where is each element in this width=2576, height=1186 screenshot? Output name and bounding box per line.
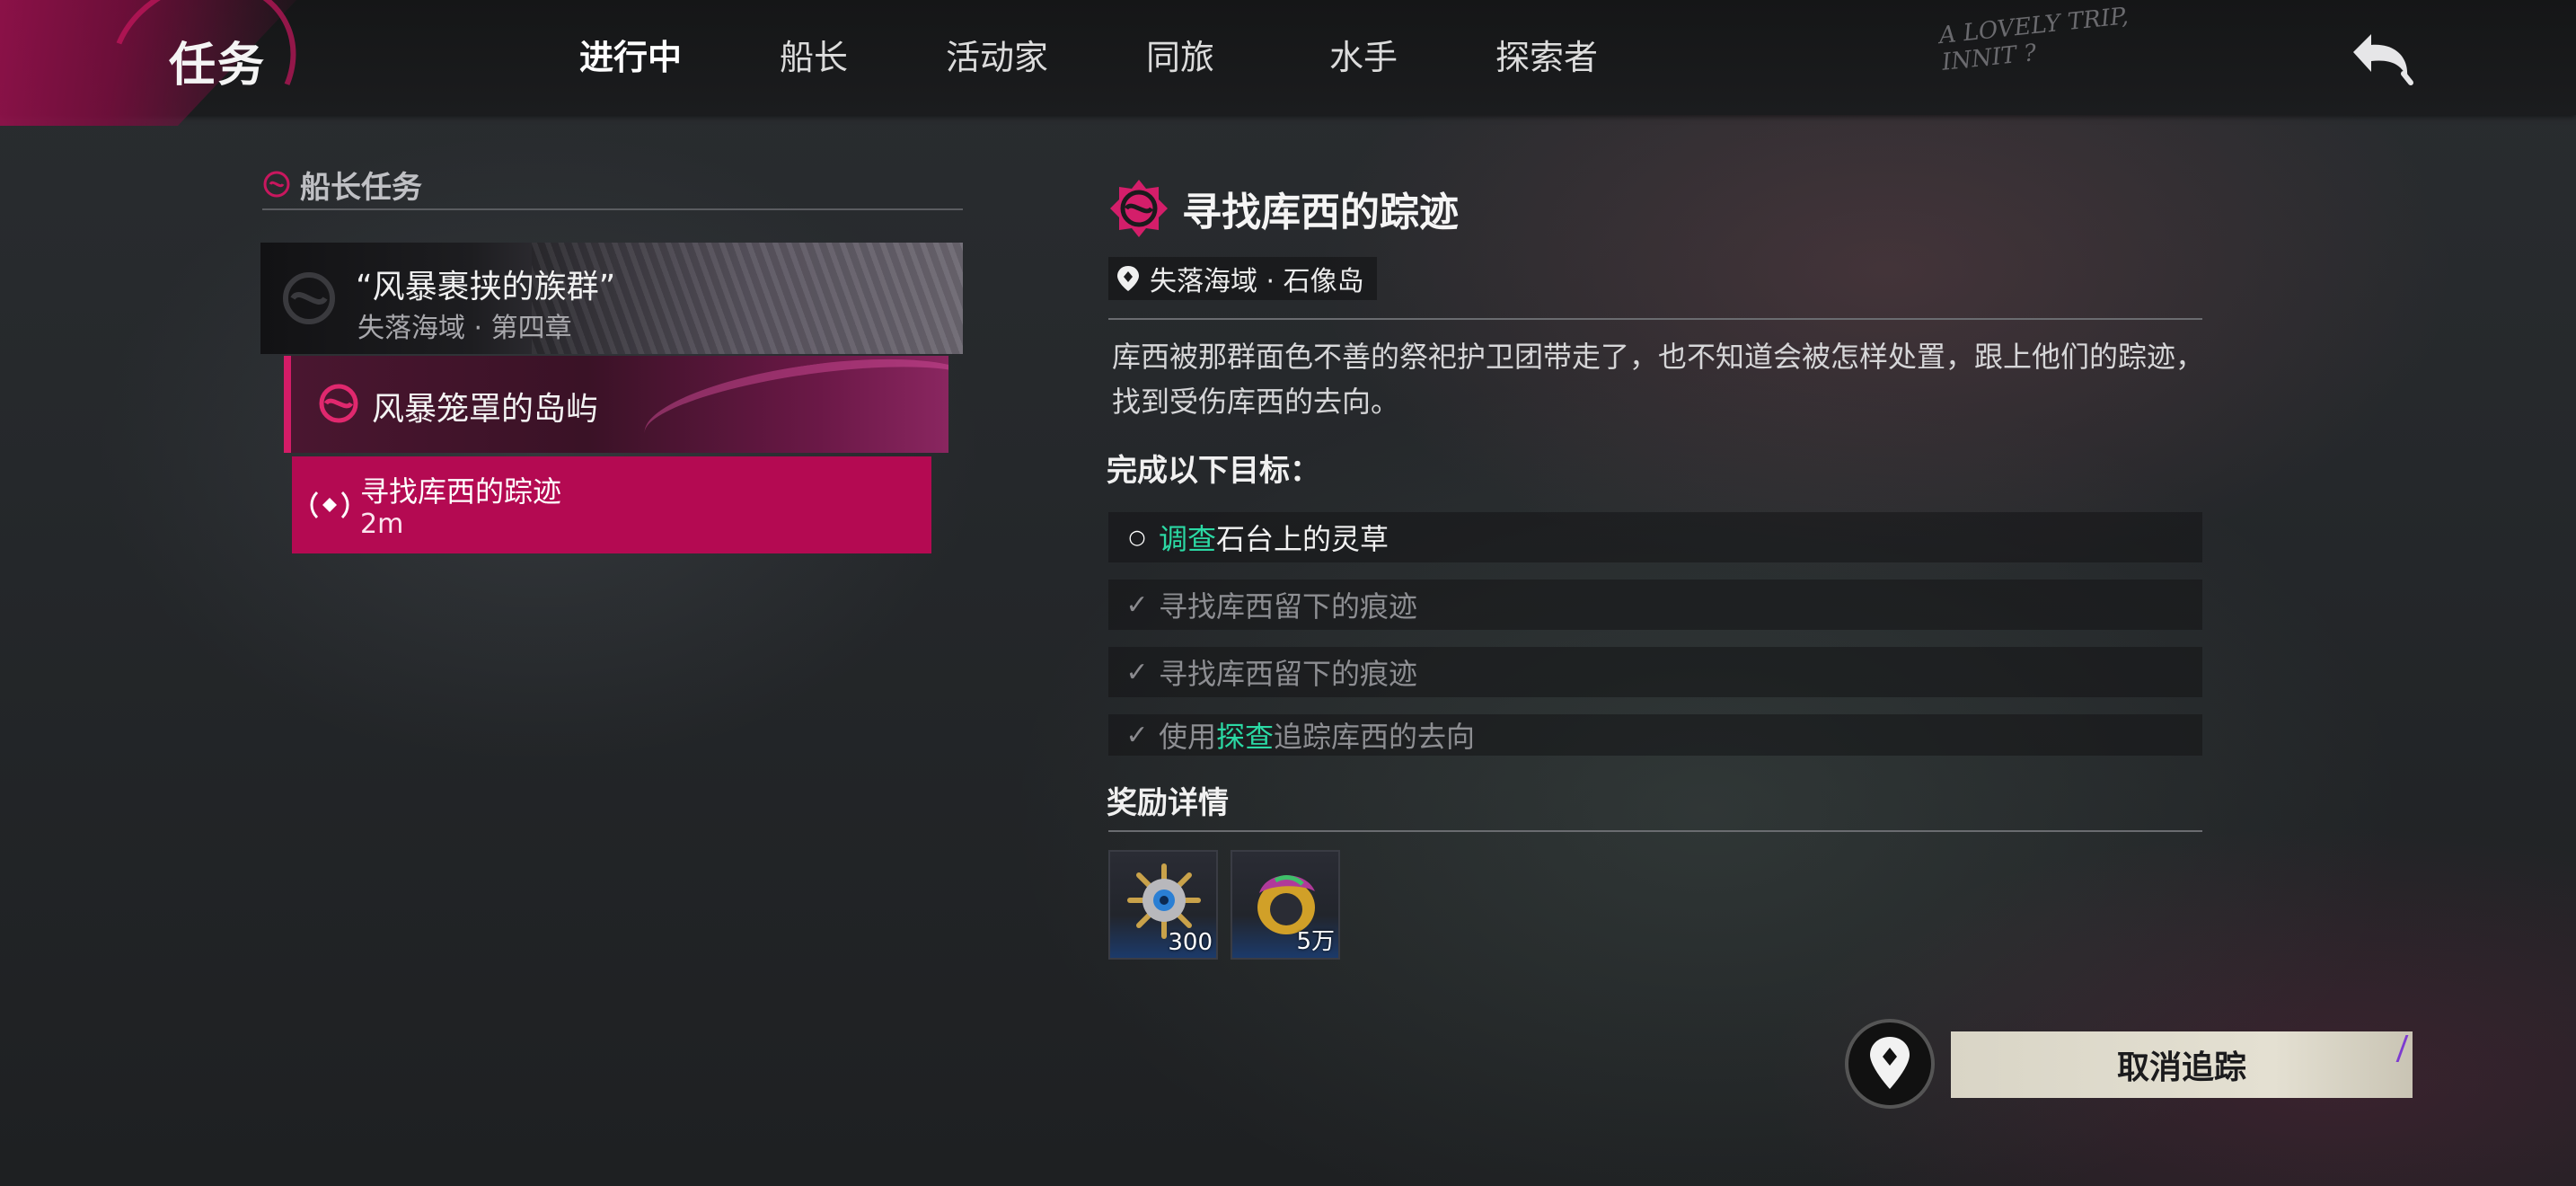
tab-label: 水手 xyxy=(1328,38,1398,77)
objective-label: 寻找库西留下的痕迹 xyxy=(1159,589,1418,624)
checkmark-icon: ✓ xyxy=(1125,719,1149,751)
chapter-title: “风暴裹挟的族群” xyxy=(356,269,616,305)
captain-emblem-icon xyxy=(319,384,358,423)
quest-title: 风暴笼罩的岛屿 xyxy=(372,391,599,428)
reward-count: 5万 xyxy=(1296,928,1335,955)
tab-label: 同旅 xyxy=(1145,38,1214,77)
tracking-target-icon xyxy=(310,491,349,519)
objective-item-done: ✓ 使用探查追踪库西的去向 xyxy=(1108,714,2202,756)
tab-label: 探索者 xyxy=(1495,38,1598,77)
reward-item[interactable]: 5万 xyxy=(1231,850,1340,960)
tab-in-progress[interactable]: 进行中 xyxy=(539,31,722,84)
quest-streak-decoration xyxy=(638,356,948,453)
captain-emblem-icon xyxy=(263,171,290,198)
tab-activist[interactable]: 活动家 xyxy=(905,31,1089,84)
objective-label: 石台上的灵草 xyxy=(1216,522,1389,556)
objective-highlight: 调查 xyxy=(1159,522,1217,556)
tab-label: 进行中 xyxy=(578,38,682,77)
chapter-subtitle: 失落海域 · 第四章 xyxy=(357,313,572,344)
quest-detail-header: 寻找库西的踪迹 xyxy=(1107,176,1459,241)
map-pin-icon xyxy=(1117,266,1139,291)
location-tag: 失落海域 · 石像岛 xyxy=(1108,257,1377,300)
location-text: 失落海域 · 石像岛 xyxy=(1150,266,1364,297)
subquest-title: 寻找库西的踪迹 xyxy=(360,474,562,509)
section-title: 船长任务 xyxy=(300,169,422,206)
divider xyxy=(1108,830,2202,832)
top-bar: 任务 进行中 船长 活动家 同旅 水手 探索者 A LOVELY TRIP, I… xyxy=(0,0,2576,179)
reward-count: 300 xyxy=(1168,929,1213,956)
page-title: 任务 xyxy=(169,39,267,93)
divider xyxy=(1108,318,2202,320)
tab-label: 船长 xyxy=(779,38,848,77)
subquest-distance: 2m xyxy=(360,509,404,540)
objectives-heading: 完成以下目标： xyxy=(1107,453,1320,489)
objective-item-current: ○ 调查石台上的灵草 xyxy=(1108,512,2202,562)
objective-highlight: 探查 xyxy=(1216,720,1275,754)
return-arrow-icon xyxy=(2353,34,2413,85)
chapter-card[interactable]: “风暴裹挟的族群” 失落海域 · 第四章 xyxy=(260,243,963,354)
objective-text: 调查石台上的灵草 xyxy=(1159,517,1389,558)
tab-companion[interactable]: 同旅 xyxy=(1089,31,1272,84)
rewards-heading: 奖励详情 xyxy=(1107,785,1229,821)
objective-prefix: 使用 xyxy=(1159,720,1217,754)
tab-sailor[interactable]: 水手 xyxy=(1272,31,1455,84)
cancel-tracking-button[interactable]: 取消追踪 xyxy=(1951,1031,2413,1098)
objective-text: 使用探查追踪库西的去向 xyxy=(1159,714,1475,756)
section-header: 船长任务 xyxy=(262,160,963,210)
quest-description: 库西被那群面色不善的祭祀护卫团带走了，也不知道会被怎样处置，跟上他们的踪迹，找到… xyxy=(1112,340,2205,419)
cancel-tracking-label: 取消追踪 xyxy=(2116,1049,2246,1086)
objective-circle-icon: ○ xyxy=(1128,526,1146,549)
objective-label: 寻找库西留下的痕迹 xyxy=(1159,657,1418,691)
tab-label: 活动家 xyxy=(945,38,1048,77)
tab-captain[interactable]: 船长 xyxy=(722,31,905,84)
reward-item[interactable]: 300 xyxy=(1108,850,1218,960)
tab-explorer[interactable]: 探索者 xyxy=(1455,31,1638,84)
objective-item-done: ✓ 寻找库西留下的痕迹 xyxy=(1108,647,2202,697)
map-pin-icon xyxy=(1870,1037,1910,1089)
captain-emblem-icon xyxy=(1110,180,1168,237)
objective-label: 追踪库西的去向 xyxy=(1274,720,1476,754)
handwritten-note: A LOVELY TRIP, INNIT ? xyxy=(1937,3,2132,76)
quest-item[interactable]: 风暴笼罩的岛屿 xyxy=(284,356,948,453)
tab-bar: 进行中 船长 活动家 同旅 水手 探索者 xyxy=(539,0,1638,115)
track-location-button[interactable] xyxy=(1845,1019,1935,1109)
button-scratch-decoration xyxy=(2378,1035,2409,1062)
objective-item-done: ✓ 寻找库西留下的痕迹 xyxy=(1108,580,2202,630)
quest-detail-title: 寻找库西的踪迹 xyxy=(1182,190,1459,235)
chapter-emblem-icon xyxy=(283,272,335,324)
back-button[interactable] xyxy=(2344,25,2416,88)
subquest-item-selected[interactable]: 寻找库西的踪迹 2m xyxy=(292,456,931,553)
checkmark-icon: ✓ xyxy=(1125,656,1149,688)
checkmark-icon: ✓ xyxy=(1125,589,1149,621)
